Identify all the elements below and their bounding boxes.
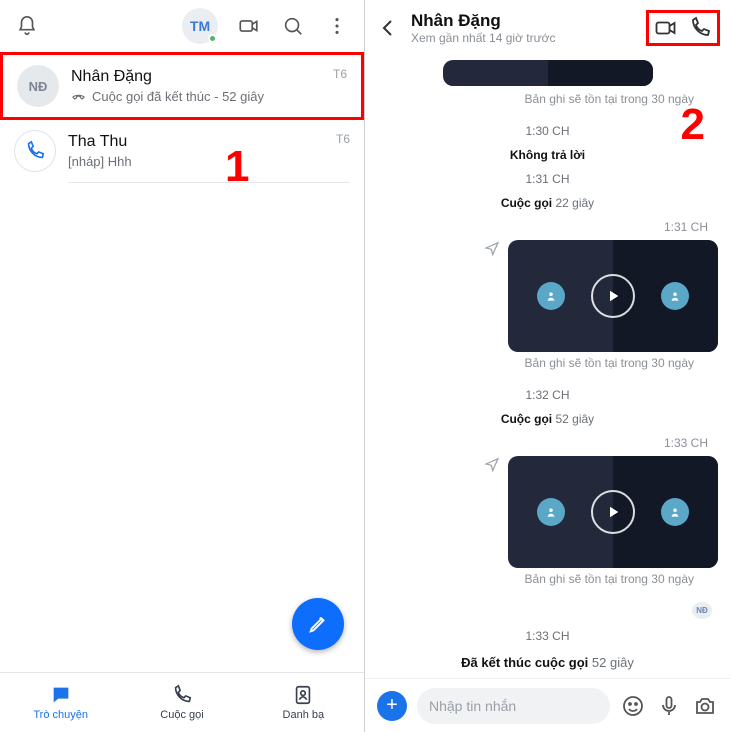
pencil-icon <box>307 613 329 635</box>
sent-icon <box>484 456 500 475</box>
emoji-button[interactable] <box>620 693 646 719</box>
bell-icon[interactable] <box>14 13 40 39</box>
time-label: 1:32 CH <box>525 388 569 402</box>
conversation-title: Nhân Đặng <box>411 11 636 31</box>
chat-time: T6 <box>333 67 347 81</box>
more-icon[interactable] <box>324 13 350 39</box>
phone-icon <box>171 684 193 706</box>
presence-dot <box>208 34 217 43</box>
video-recording-card[interactable] <box>508 240 718 352</box>
chat-row-nhan-dang[interactable]: NĐ Nhân Đặng Cuộc gọi đã kết thúc - 52 g… <box>0 52 364 120</box>
annotation-2: 2 <box>681 100 705 150</box>
header-actions <box>646 10 720 46</box>
bottom-nav: Trò chuyện Cuộc gọi Danh bạ <box>0 672 364 732</box>
add-button[interactable]: + <box>377 691 407 721</box>
chat-list: NĐ Nhân Đặng Cuộc gọi đã kết thúc - 52 g… <box>0 52 364 672</box>
meet-now-icon[interactable] <box>236 13 262 39</box>
mic-button[interactable] <box>656 693 682 719</box>
chat-subtitle: [nháp] Hhh <box>68 154 324 169</box>
chats-panel: TM NĐ Nhân Đặng Cuộc gọi đã kết thúc - 5… <box>0 0 365 732</box>
participant-icon <box>537 498 565 526</box>
nav-contacts[interactable]: Danh bạ <box>243 673 364 732</box>
chat-title: Nhân Đặng <box>71 68 321 86</box>
annotation-1: 1 <box>225 142 249 192</box>
nav-label: Cuộc gọi <box>160 709 203 721</box>
time-label: 1:30 CH <box>525 124 569 138</box>
seen-avatar: NĐ <box>692 602 712 619</box>
chat-area[interactable]: Bản ghi sẽ tồn tại trong 30 ngày 1:30 CH… <box>365 56 730 678</box>
call-ended-icon <box>71 89 86 104</box>
conversation-header: Nhân Đặng Xem gần nhất 14 giờ trước <box>365 0 730 56</box>
chat-title: Tha Thu <box>68 133 324 151</box>
call-label: Cuộc gọi 22 giây <box>501 196 594 210</box>
video-icon <box>654 16 678 40</box>
status-label: Không trả lời <box>510 148 585 162</box>
phone-icon <box>24 140 46 162</box>
conversation-panel: Nhân Đặng Xem gần nhất 14 giờ trước 2 Bả… <box>365 0 730 732</box>
chat-avatar <box>14 130 56 172</box>
left-topbar: TM <box>0 0 364 52</box>
chat-row-tha-thu[interactable]: Tha Thu [nháp] Hhh T6 <box>0 120 364 182</box>
time-label: 1:33 CH <box>525 629 569 643</box>
profile-avatar[interactable]: TM <box>182 8 218 44</box>
nav-call[interactable]: Cuộc gọi <box>121 673 242 732</box>
camera-icon <box>693 694 717 718</box>
recording-caption: Bản ghi sẽ tồn tại trong 30 ngày <box>525 356 718 370</box>
search-icon[interactable] <box>280 13 306 39</box>
mic-icon <box>657 694 681 718</box>
time-label: 1:31 CH <box>525 172 569 186</box>
play-button[interactable] <box>591 490 635 534</box>
avatar-initials: TM <box>190 18 210 34</box>
compose-fab[interactable] <box>292 598 344 650</box>
chat-avatar: NĐ <box>17 65 59 107</box>
video-recording-card[interactable] <box>443 60 653 86</box>
participant-icon <box>661 282 689 310</box>
back-button[interactable] <box>375 15 401 41</box>
emoji-icon <box>621 694 645 718</box>
camera-button[interactable] <box>692 693 718 719</box>
message-input[interactable]: Nhập tin nhắn <box>417 688 610 724</box>
chat-subtitle: Cuộc gọi đã kết thúc - 52 giây <box>71 89 321 104</box>
audio-call-button[interactable] <box>687 15 713 41</box>
message-input-bar: + Nhập tin nhắn <box>365 678 730 732</box>
video-call-button[interactable] <box>653 15 679 41</box>
time-right: 1:31 CH <box>664 220 718 234</box>
divider <box>68 182 350 183</box>
nav-label: Danh bạ <box>283 709 325 721</box>
participant-icon <box>661 498 689 526</box>
sent-icon <box>484 240 500 259</box>
chat-time: T6 <box>336 132 350 146</box>
call-label: Cuộc gọi 52 giây <box>501 412 594 426</box>
chat-icon <box>50 684 72 706</box>
participant-icon <box>537 282 565 310</box>
video-recording-card[interactable] <box>508 456 718 568</box>
nav-label: Trò chuyện <box>33 709 88 721</box>
arrow-left-icon <box>376 16 400 40</box>
phone-icon <box>688 16 712 40</box>
play-button[interactable] <box>591 274 635 318</box>
recording-caption: Bản ghi sẽ tồn tại trong 30 ngày <box>525 572 718 586</box>
last-seen: Xem gần nhất 14 giờ trước <box>411 31 636 45</box>
contacts-icon <box>292 684 314 706</box>
time-right: 1:33 CH <box>664 436 718 450</box>
nav-chat[interactable]: Trò chuyện <box>0 673 121 732</box>
call-ended-label: Đã kết thúc cuộc gọi 52 giây <box>461 655 634 670</box>
